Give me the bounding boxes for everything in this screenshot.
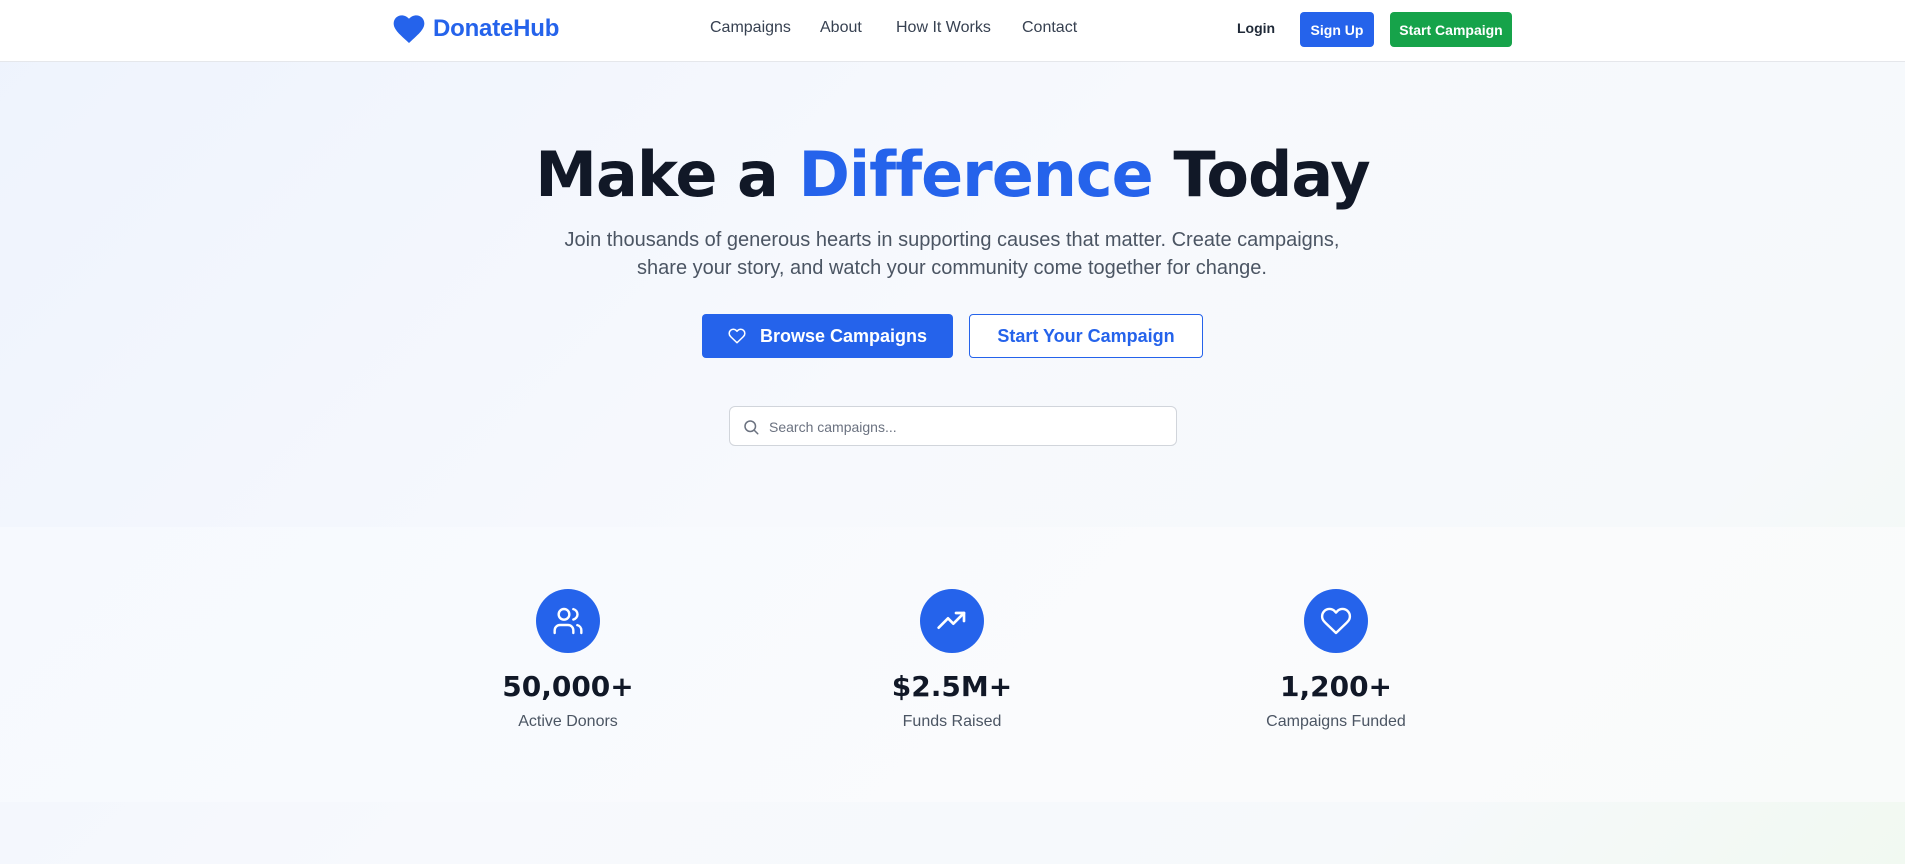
stat-value: $2.5M+: [891, 670, 1013, 703]
nav-link-how-it-works[interactable]: How It Works: [896, 19, 991, 37]
heart-icon: [1320, 607, 1352, 635]
heart-outline-icon: [728, 328, 746, 344]
stat-active-donors: 50,000+ Active Donors: [458, 589, 678, 731]
trending-up-icon: [937, 611, 966, 629]
hero-subtitle-line1: Join thousands of generous hearts in sup…: [564, 229, 1340, 251]
stat-value: 50,000+: [502, 670, 634, 703]
stat-funds-raised: $2.5M+ Funds Raised: [842, 589, 1062, 731]
stat-icon-circle: [1304, 589, 1368, 653]
users-icon: [553, 607, 583, 635]
start-campaign-button[interactable]: Start Campaign: [1390, 12, 1512, 47]
nav-link-campaigns[interactable]: Campaigns: [710, 19, 791, 37]
login-link[interactable]: Login: [1237, 20, 1275, 36]
hero-subtitle-line2: share your story, and watch your communi…: [637, 257, 1267, 279]
site-header: DonateHub Campaigns About How It Works C…: [0, 0, 1905, 62]
stat-icon-circle: [920, 589, 984, 653]
stat-label: Campaigns Funded: [1266, 713, 1406, 730]
search-input[interactable]: [769, 415, 1164, 439]
stat-label: Funds Raised: [902, 713, 1002, 730]
hero-title: Make a Difference Today: [0, 138, 1905, 212]
stat-label: Active Donors: [518, 713, 618, 730]
start-your-campaign-button[interactable]: Start Your Campaign: [969, 314, 1203, 358]
stat-campaigns-funded: 1,200+ Campaigns Funded: [1226, 589, 1446, 731]
nav-link-about[interactable]: About: [820, 19, 862, 37]
sign-up-button[interactable]: Sign Up: [1300, 12, 1374, 47]
hero-title-part2: Today: [1173, 138, 1370, 211]
search-box: [729, 406, 1177, 446]
stat-icon-circle: [536, 589, 600, 653]
hero-title-accent: Difference: [798, 138, 1153, 211]
search-icon: [744, 420, 759, 435]
logo-text: DonateHub: [433, 15, 560, 42]
browse-campaigns-label: Browse Campaigns: [759, 325, 928, 346]
hero-title-part1: Make a: [535, 138, 779, 211]
logo[interactable]: DonateHub: [393, 13, 559, 45]
nav-link-contact[interactable]: Contact: [1022, 19, 1077, 37]
hero-subtitle: Join thousands of generous hearts in sup…: [552, 226, 1352, 282]
stat-value: 1,200+: [1279, 670, 1393, 703]
browse-campaigns-button[interactable]: Browse Campaigns: [702, 314, 953, 358]
stats-section: 50,000+ Active Donors $2.5M+ Funds Raise…: [0, 527, 1905, 802]
heart-logo-icon: [393, 15, 425, 43]
